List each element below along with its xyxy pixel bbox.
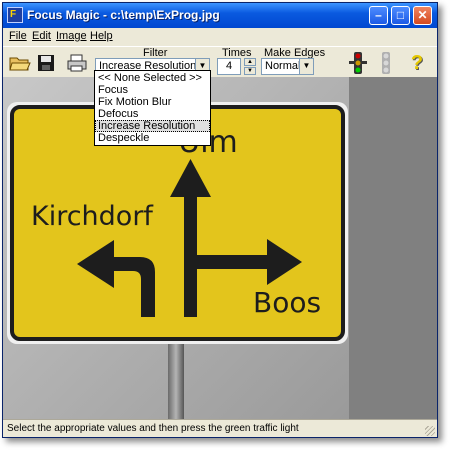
menu-bar: File Edit Image Help <box>3 28 437 46</box>
toolbar: Filter Increase Resolution ▼ Times 4 ▲ ▼… <box>3 46 437 78</box>
open-button[interactable] <box>8 51 32 75</box>
sign-right-text: Boos <box>253 286 321 319</box>
chevron-down-icon[interactable]: ▼ <box>299 59 313 74</box>
app-icon-glyph: F <box>10 9 17 20</box>
status-text: Select the appropriate values and then p… <box>7 423 299 434</box>
filter-option[interactable]: << None Selected >> <box>95 72 210 84</box>
menu-file[interactable]: File <box>9 30 27 42</box>
menu-help[interactable]: Help <box>90 30 113 42</box>
status-bar: Select the appropriate values and then p… <box>3 419 437 437</box>
print-button[interactable] <box>65 51 89 75</box>
filter-option[interactable]: Defocus <box>95 108 210 120</box>
save-disk-icon <box>38 55 54 71</box>
filter-option[interactable]: Focus <box>95 84 210 96</box>
start-button[interactable] <box>346 51 370 75</box>
make-edges-select[interactable]: Normal ▼ <box>261 58 314 75</box>
image-canvas[interactable]: Ulm Kirchdorf Boos <box>3 77 437 419</box>
help-button[interactable]: ? <box>405 51 429 75</box>
times-spinner[interactable]: ▲ ▼ <box>244 58 256 76</box>
spin-down-icon[interactable]: ▼ <box>244 67 256 75</box>
spin-up-icon[interactable]: ▲ <box>244 58 256 66</box>
help-question-icon: ? <box>410 51 424 74</box>
filter-option[interactable]: Fix Motion Blur <box>95 96 210 108</box>
save-button[interactable] <box>34 51 58 75</box>
filter-dropdown-list: << None Selected >> Focus Fix Motion Blur D… <box>94 70 211 146</box>
maximize-button[interactable]: □ <box>391 6 410 25</box>
traffic-light-green-icon <box>349 52 367 74</box>
minimize-icon: – <box>375 8 382 22</box>
stop-button[interactable] <box>374 51 398 75</box>
make-edges-value: Normal <box>265 60 301 72</box>
resize-grip-icon[interactable] <box>425 426 435 436</box>
menu-edit[interactable]: Edit <box>32 30 51 42</box>
print-icon <box>67 54 87 72</box>
focus-magic-app-icon[interactable]: F <box>7 7 23 23</box>
maximize-icon: □ <box>396 8 405 22</box>
close-icon: ✕ <box>417 8 428 22</box>
filter-option[interactable]: Increase Resolution <box>95 120 210 132</box>
close-button[interactable]: ✕ <box>413 6 432 25</box>
open-folder-icon <box>9 57 31 71</box>
filter-option[interactable]: Despeckle <box>95 132 210 144</box>
times-value: 4 <box>226 60 233 72</box>
sign-left-text: Kirchdorf <box>31 201 154 232</box>
minimize-button[interactable]: – <box>369 6 388 25</box>
traffic-light-disabled-icon <box>382 52 390 74</box>
window-title: Focus Magic - c:\temp\ExProg.jpg <box>27 8 220 22</box>
menu-image[interactable]: Image <box>56 30 87 42</box>
app-window: F Focus Magic - c:\temp\ExProg.jpg – □ ✕… <box>2 2 438 438</box>
times-field[interactable]: 4 <box>217 58 241 75</box>
title-bar[interactable]: F Focus Magic - c:\temp\ExProg.jpg – □ ✕ <box>3 3 437 28</box>
